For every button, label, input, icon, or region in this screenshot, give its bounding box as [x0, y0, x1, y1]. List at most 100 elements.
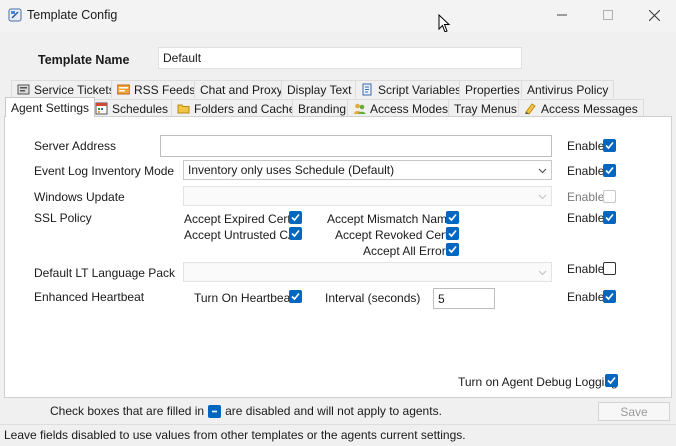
accept-revoked-certs-checkbox[interactable] [446, 227, 459, 240]
status-text: Leave fields disabled to use values from… [4, 428, 466, 442]
interval-label: Interval (seconds) [325, 291, 421, 305]
accept-all-errors-checkbox[interactable] [446, 243, 459, 256]
event-log-enable-checkbox[interactable] [603, 164, 616, 177]
heartbeat-enable-label: Enable [567, 290, 605, 304]
rss-icon [117, 84, 130, 95]
accept-mismatch-names-checkbox[interactable] [446, 211, 459, 224]
tab-access-messages[interactable]: Access Messages [518, 99, 644, 117]
agent-settings-panel [4, 116, 672, 398]
tab-label: Agent Settings [11, 100, 90, 115]
event-log-select[interactable]: Inventory only uses Schedule (Default) [183, 160, 552, 180]
tab-label: Access Messages [541, 101, 638, 116]
language-pack-select[interactable] [183, 262, 552, 282]
windows-update-enable-label: Enable [567, 190, 605, 204]
tab-antivirus-policy[interactable]: Antivirus Policy [521, 80, 615, 98]
folder-icon [177, 104, 190, 114]
checkmark-icon [448, 213, 457, 222]
template-name-input[interactable]: Default [158, 47, 522, 69]
checkmark-icon [291, 213, 300, 222]
tab-label: Antivirus Policy [527, 82, 609, 97]
accept-expired-certs-label: Accept Expired Certs [184, 212, 297, 226]
windows-update-select[interactable] [183, 186, 552, 206]
checkmark-icon [291, 229, 300, 238]
users-icon [354, 103, 366, 114]
tab-chat-and-proxy[interactable]: Chat and Proxy [194, 80, 289, 98]
accept-mismatch-names-label: Accept Mismatch Names [327, 212, 460, 226]
legend-prefix: Check boxes that are filled in [50, 404, 205, 418]
tab-label: Display Text [287, 82, 352, 97]
close-button[interactable] [634, 4, 674, 26]
tab-service-tickets[interactable]: Service Tickets [11, 80, 121, 98]
tab-label: Access Modes [370, 101, 449, 116]
language-pack-label: Default LT Language Pack [34, 266, 175, 280]
turn-on-heartbeat-checkbox[interactable] [289, 290, 302, 303]
checkmark-icon [605, 166, 614, 175]
checkmark-icon [448, 245, 457, 254]
event-log-value: Inventory only uses Schedule (Default) [188, 163, 395, 177]
script-icon [362, 83, 372, 96]
debug-logging-label: Turn on Agent Debug Logging [458, 375, 618, 389]
filled-checkbox-icon [208, 404, 222, 418]
interval-input[interactable]: 5 [433, 288, 495, 309]
tab-label: Tray Menus [454, 101, 517, 116]
tab-script-variables[interactable]: Script Variables [355, 80, 468, 98]
checkbox-legend: Check boxes that are filled in are disab… [50, 404, 442, 418]
template-config-app-icon [8, 8, 22, 22]
tab-rss-feeds[interactable]: RSS Feeds [111, 80, 202, 98]
enhanced-heartbeat-label: Enhanced Heartbeat [34, 290, 145, 304]
debug-logging-checkbox[interactable] [605, 374, 618, 387]
checkmark-icon [605, 141, 614, 150]
minimize-button[interactable] [542, 4, 582, 26]
ssl-policy-enable-checkbox[interactable] [603, 211, 616, 224]
accept-expired-certs-checkbox[interactable] [289, 211, 302, 224]
server-address-label: Server Address [34, 139, 117, 153]
template-name-label: Template Name [38, 53, 130, 67]
ssl-policy-enable-label: Enable [567, 211, 605, 225]
server-address-input[interactable] [160, 135, 552, 157]
language-pack-enable-checkbox[interactable] [603, 262, 616, 275]
maximize-button[interactable] [588, 4, 628, 26]
server-address-enable-checkbox[interactable] [603, 139, 616, 152]
tab-label: Folders and Cache [194, 101, 296, 116]
checkmark-icon [605, 292, 614, 301]
ssl-policy-label: SSL Policy [34, 211, 92, 225]
tab-tray-menus[interactable]: Tray Menus [448, 99, 523, 117]
tab-properties[interactable]: Properties [459, 80, 526, 98]
accept-revoked-certs-label: Accept Revoked Certs [335, 228, 455, 242]
chevron-down-icon [538, 168, 547, 174]
tab-label: Chat and Proxy [200, 82, 283, 97]
language-pack-enable-label: Enable [567, 262, 605, 276]
checkmark-icon [448, 229, 457, 238]
windows-update-label: Windows Update [34, 190, 125, 204]
ticket-icon [17, 84, 30, 95]
event-log-label: Event Log Inventory Mode [34, 164, 175, 178]
tab-folders-and-cache[interactable]: Folders and Cache [171, 99, 302, 117]
schedule-icon [95, 102, 108, 115]
tab-label: Branding [298, 101, 347, 116]
accept-untrusted-ca-checkbox[interactable] [289, 227, 302, 240]
event-log-enable-label: Enable [567, 164, 605, 178]
tab-access-modes[interactable]: Access Modes [347, 99, 455, 117]
tab-schedules[interactable]: Schedules [89, 99, 175, 117]
checkmark-icon [291, 292, 300, 301]
checkmark-icon [607, 376, 616, 385]
heartbeat-enable-checkbox[interactable] [603, 290, 616, 303]
checkmark-icon [605, 213, 614, 222]
mouse-cursor-icon [438, 14, 451, 33]
tab-agent-settings[interactable]: Agent Settings [5, 97, 96, 117]
turn-on-heartbeat-label: Turn On Heartbeat [194, 291, 294, 305]
save-button[interactable]: Save [598, 402, 670, 421]
tab-branding[interactable]: Branding [292, 99, 353, 117]
minimize-icon [557, 14, 567, 16]
tab-label: Service Tickets [34, 82, 115, 97]
close-icon [648, 9, 660, 21]
windows-update-enable-checkbox[interactable] [603, 190, 616, 203]
chevron-down-icon [538, 194, 547, 200]
chevron-down-icon [538, 270, 547, 276]
tab-label: Schedules [112, 101, 169, 116]
tab-label: Script Variables [378, 82, 462, 97]
accept-all-errors-label: Accept All Errors [363, 244, 452, 258]
tab-label: RSS Feeds [134, 82, 196, 97]
accept-untrusted-ca-label: Accept Untrusted CA [184, 228, 297, 242]
tab-display-text[interactable]: Display Text [281, 80, 358, 98]
